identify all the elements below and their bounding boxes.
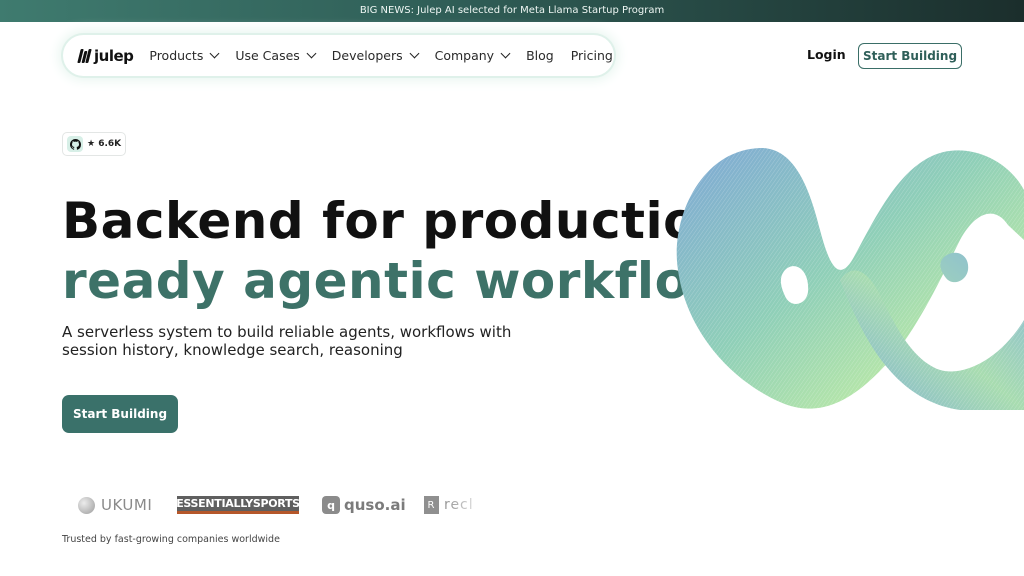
nav-products-label: Products <box>149 48 204 63</box>
quso-logo-text: quso.ai <box>344 496 406 514</box>
nav-developers[interactable]: Developers <box>331 48 420 63</box>
main-nav: julep Products Use Cases Developers Comp… <box>63 35 614 76</box>
start-building-nav-button[interactable]: Start Building <box>858 43 962 69</box>
github-star-count: ★ 6.6K <box>87 139 122 149</box>
chevron-down-icon <box>306 48 317 59</box>
announcement-banner[interactable]: BIG NEWS: Julep AI selected for Meta Lla… <box>0 0 1024 22</box>
hero-title-line1: Backend for production <box>62 192 735 250</box>
nav-developers-label: Developers <box>331 48 403 63</box>
logos-fade-overlay <box>448 490 488 522</box>
nav-products[interactable]: Products <box>149 48 220 63</box>
customer-logos: UKUMI ESSENTIALLYSPORTS q quso.ai R recl <box>78 490 488 522</box>
chevron-down-icon <box>500 48 511 59</box>
github-stars-badge[interactable]: ★ 6.6K <box>62 132 126 156</box>
nav-pricing-label: Pricing <box>570 48 613 63</box>
github-icon <box>67 136 83 152</box>
nav-blog-label: Blog <box>526 48 554 63</box>
nav-pricing[interactable]: Pricing <box>571 48 613 63</box>
ukumi-logo-text: UKUMI <box>101 496 153 514</box>
ukumi-logo: UKUMI <box>78 490 152 520</box>
chevron-down-icon <box>209 48 220 59</box>
nav-company[interactable]: Company <box>434 48 511 63</box>
trusted-by-text: Trusted by fast-growing companies worldw… <box>62 534 280 545</box>
nav-company-label: Company <box>434 48 495 63</box>
quso-logo: q quso.ai <box>322 490 406 520</box>
nav-use-cases-label: Use Cases <box>235 48 300 63</box>
julep-logo-icon <box>77 48 92 64</box>
chevron-down-icon <box>409 48 420 59</box>
quso-logo-mark: q <box>322 496 340 514</box>
nav-blog[interactable]: Blog <box>526 48 554 63</box>
start-building-hero-button[interactable]: Start Building <box>62 395 178 433</box>
recl-logo-mark: R <box>424 496 439 514</box>
julep-logo[interactable]: julep <box>77 46 134 65</box>
ukumi-logo-mark <box>78 496 95 514</box>
nav-use-cases[interactable]: Use Cases <box>235 48 317 63</box>
logo-text: julep <box>94 46 134 65</box>
essentiallysports-logo: ESSENTIALLYSPORTS <box>176 496 300 514</box>
login-link[interactable]: Login <box>807 47 846 62</box>
infinity-ribbon-illustration <box>676 147 1024 410</box>
hero-subtitle: A serverless system to build reliable ag… <box>62 323 512 359</box>
